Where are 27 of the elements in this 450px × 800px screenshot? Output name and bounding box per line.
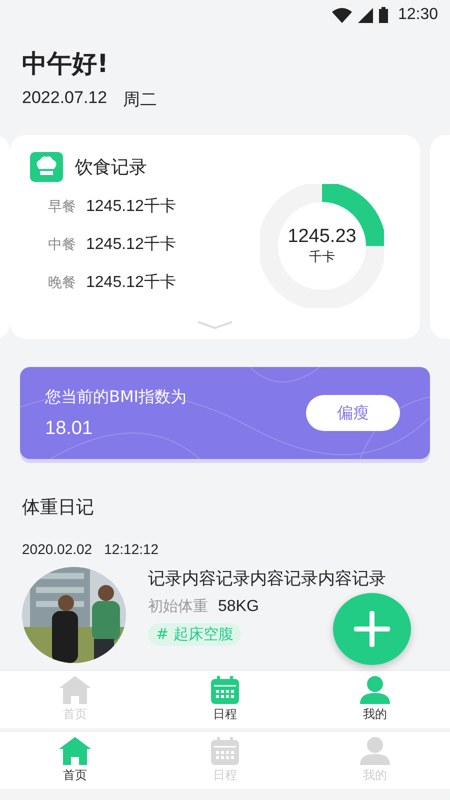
total-calories: 1245.23 (288, 226, 356, 248)
entry-content: 记录内容记录内容记录内容记录 (148, 568, 386, 590)
tab-item[interactable]: 首页 (0, 732, 150, 789)
tab-item[interactable]: 我的 (300, 671, 450, 728)
date-text: 2022.07.12 (22, 88, 108, 109)
section-title: 体重日记 (22, 496, 95, 519)
bmi-label: 您当前的BMI指数为 (45, 386, 186, 408)
weight-label: 初始体重 (148, 597, 208, 616)
entry-date: 2020.02.02 (22, 541, 92, 557)
meal-calories: 1245.12千卡 (86, 196, 176, 217)
meal-calories: 1245.12千卡 (86, 234, 176, 255)
bmi-status-badge: 偏瘦 (306, 395, 400, 431)
weekday-text: 周二 (123, 89, 158, 111)
weight-value: 58KG (218, 598, 259, 616)
tab-item[interactable]: 日程 (150, 671, 300, 728)
meal-calories: 1245.12千卡 (86, 272, 176, 293)
calorie-unit: 千卡 (309, 249, 335, 266)
entry-time: 12:12:12 (104, 541, 159, 557)
clock-time: 12:30 (398, 6, 438, 24)
meal-label: 中餐 (48, 236, 76, 254)
card-title: 饮食记录 (75, 156, 147, 179)
bmi-value: 18.01 (45, 418, 94, 440)
entry-tag: # 起床空腹 (148, 623, 242, 646)
meal-label: 晚餐 (48, 274, 76, 292)
diet-card[interactable]: 饮食记录 早餐 1245.12千卡 中餐 1245.12千卡 晚餐 1245.12千卡 1245.23 千卡 (10, 135, 420, 339)
meal-label: 早餐 (48, 198, 76, 216)
greeting: 中午好! (22, 48, 110, 80)
